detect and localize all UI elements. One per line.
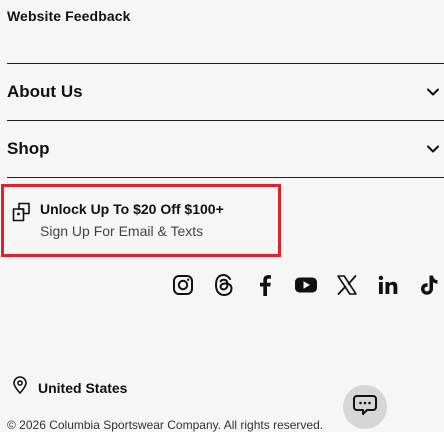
chat-button[interactable] [343, 385, 387, 429]
website-feedback-link[interactable]: Website Feedback [7, 8, 131, 24]
tag-icon [11, 201, 32, 223]
promo-title: Unlock Up To $20 Off $100+ [40, 201, 224, 217]
threads-icon[interactable] [211, 272, 237, 298]
chevron-down-icon [427, 88, 439, 96]
youtube-icon[interactable] [293, 272, 319, 298]
copyright-text: © 2026 Columbia Sportswear Company. All … [7, 418, 324, 432]
accordion-shop[interactable]: Shop [7, 121, 444, 177]
x-icon[interactable] [334, 272, 360, 298]
promo-subtitle: Sign Up For Email & Texts [40, 223, 204, 239]
divider [7, 177, 444, 178]
tiktok-icon[interactable] [416, 272, 442, 298]
country-label: United States [38, 379, 128, 396]
location-pin-icon [12, 376, 28, 399]
linkedin-icon[interactable] [375, 272, 401, 298]
facebook-icon[interactable] [252, 272, 278, 298]
chevron-down-icon [427, 145, 439, 153]
accordion-label: Shop [7, 139, 50, 158]
country-selector[interactable]: United States [12, 376, 127, 399]
instagram-icon[interactable] [170, 272, 196, 298]
social-links [170, 270, 442, 300]
email-signup-promo[interactable]: Unlock Up To $20 Off $100+ Sign Up For E… [1, 184, 281, 257]
accordion-label: About Us [7, 82, 83, 101]
chat-icon [353, 394, 377, 421]
accordion-about-us[interactable]: About Us [7, 64, 444, 120]
